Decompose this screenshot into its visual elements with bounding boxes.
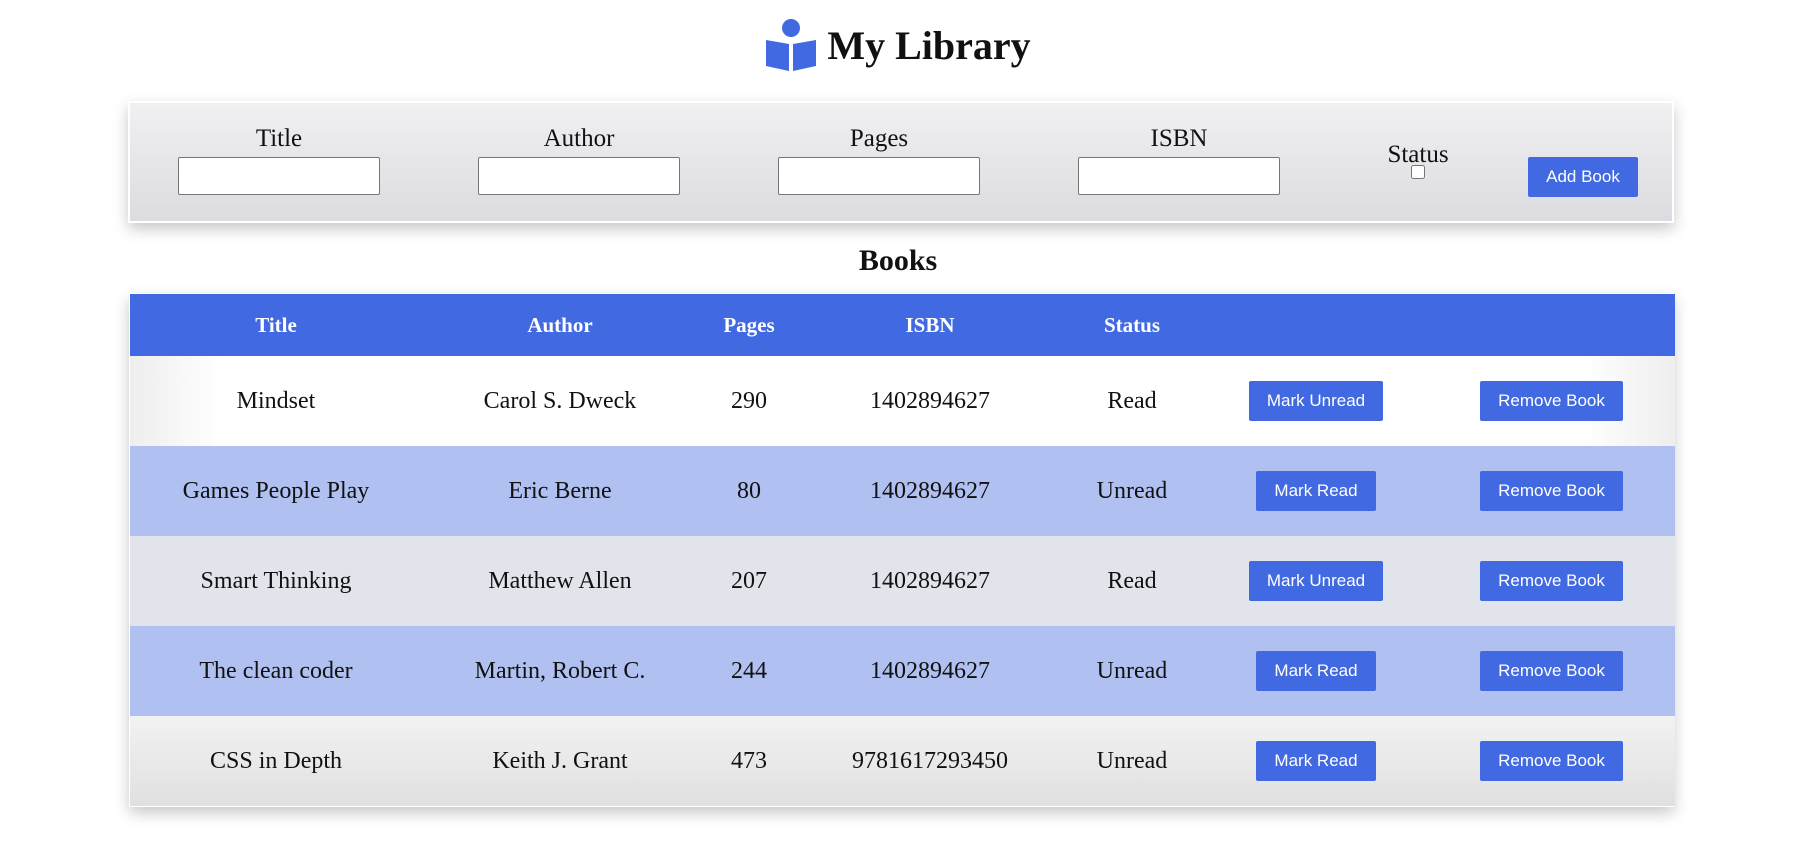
column-header-title: Title xyxy=(255,312,297,337)
cell-status: Read xyxy=(1107,387,1157,414)
cell-author: Carol S. Dweck xyxy=(483,387,637,414)
cell-author: Keith J. Grant xyxy=(492,747,628,774)
author-label: Author xyxy=(543,125,615,152)
remove-book-button[interactable]: Remove Book xyxy=(1480,741,1623,781)
title-field-group: Title xyxy=(178,125,380,195)
cell-author: Eric Berne xyxy=(508,477,612,504)
table-row: Smart Thinking Matthew Allen 207 1402894… xyxy=(130,536,1675,626)
cell-toggle: Mark Read xyxy=(1204,446,1428,536)
cell-status: Unread xyxy=(1096,657,1168,684)
remove-book-button[interactable]: Remove Book xyxy=(1480,471,1623,511)
books-table-container: Title Author Pages ISBN Status Mindset C… xyxy=(129,293,1675,807)
books-section-title: Books xyxy=(858,244,938,277)
status-field-group: Status xyxy=(1368,141,1468,184)
cell-pages: 207 xyxy=(731,567,767,594)
add-book-form: Title Author Pages ISBN Status Add Book xyxy=(128,101,1674,223)
pages-field-group: Pages xyxy=(778,125,980,195)
book-reader-icon xyxy=(766,19,817,71)
cell-isbn: 1402894627 xyxy=(870,567,990,594)
books-table: Title Author Pages ISBN Status Mindset C… xyxy=(130,294,1675,806)
cell-pages: 290 xyxy=(731,387,767,414)
isbn-input[interactable] xyxy=(1078,157,1280,195)
cell-toggle: Mark Unread xyxy=(1204,536,1428,626)
mark-unread-button[interactable]: Mark Unread xyxy=(1248,561,1384,601)
isbn-label: ISBN xyxy=(1150,125,1208,152)
add-book-button[interactable]: Add Book xyxy=(1528,157,1638,197)
cell-isbn: 9781617293450 xyxy=(852,747,1008,774)
cell-toggle: Mark Read xyxy=(1204,626,1428,716)
mark-read-button[interactable]: Mark Read xyxy=(1256,471,1376,511)
cell-status: Read xyxy=(1107,567,1157,594)
remove-book-button[interactable]: Remove Book xyxy=(1480,381,1623,421)
cell-title: Games People Play xyxy=(182,477,370,504)
cell-isbn: 1402894627 xyxy=(870,657,990,684)
cell-remove: Remove Book xyxy=(1428,626,1675,716)
title-label: Title xyxy=(255,125,303,152)
pages-label: Pages xyxy=(849,125,909,152)
app-header: My Library xyxy=(0,18,1796,72)
remove-book-button[interactable]: Remove Book xyxy=(1480,561,1623,601)
cell-remove: Remove Book xyxy=(1428,356,1675,446)
column-header-isbn: ISBN xyxy=(905,312,955,337)
cell-isbn: 1402894627 xyxy=(870,477,990,504)
cell-pages: 80 xyxy=(737,477,761,504)
pages-input[interactable] xyxy=(778,157,980,195)
cell-title: The clean coder xyxy=(199,657,353,684)
cell-toggle: Mark Unread xyxy=(1204,356,1428,446)
app-title: My Library xyxy=(827,22,1031,68)
cell-remove: Remove Book xyxy=(1428,716,1675,806)
author-input[interactable] xyxy=(478,157,680,195)
column-header-author: Author xyxy=(527,312,593,337)
cell-status: Unread xyxy=(1096,747,1168,774)
cell-author: Martin, Robert C. xyxy=(474,657,646,684)
cell-author: Matthew Allen xyxy=(488,567,632,594)
column-header-status: Status xyxy=(1103,312,1161,337)
cell-title: Smart Thinking xyxy=(200,567,352,594)
column-header-toggle xyxy=(1204,294,1428,356)
title-input[interactable] xyxy=(178,157,380,195)
cell-title: Mindset xyxy=(236,387,316,414)
isbn-field-group: ISBN xyxy=(1078,125,1280,195)
mark-unread-button[interactable]: Mark Unread xyxy=(1248,381,1384,421)
status-label: Status xyxy=(1387,141,1449,168)
cell-isbn: 1402894627 xyxy=(870,387,990,414)
table-row: The clean coder Martin, Robert C. 244 14… xyxy=(130,626,1675,716)
table-header-row: Title Author Pages ISBN Status xyxy=(130,294,1675,356)
cell-pages: 473 xyxy=(731,747,767,774)
mark-read-button[interactable]: Mark Read xyxy=(1256,741,1376,781)
author-field-group: Author xyxy=(478,125,680,195)
page: My Library Title Author Pages ISBN Statu… xyxy=(0,0,1796,867)
table-row: Mindset Carol S. Dweck 290 1402894627 Re… xyxy=(130,356,1675,446)
mark-read-button[interactable]: Mark Read xyxy=(1256,651,1376,691)
cell-status: Unread xyxy=(1096,477,1168,504)
cell-title: CSS in Depth xyxy=(209,747,343,774)
remove-book-button[interactable]: Remove Book xyxy=(1480,651,1623,691)
table-row: CSS in Depth Keith J. Grant 473 97816172… xyxy=(130,716,1675,806)
cell-remove: Remove Book xyxy=(1428,446,1675,536)
cell-pages: 244 xyxy=(731,657,767,684)
cell-remove: Remove Book xyxy=(1428,536,1675,626)
cell-toggle: Mark Read xyxy=(1204,716,1428,806)
column-header-remove xyxy=(1428,294,1675,356)
status-checkbox[interactable] xyxy=(1411,165,1425,179)
table-row: Games People Play Eric Berne 80 14028946… xyxy=(130,446,1675,536)
column-header-pages: Pages xyxy=(723,312,775,337)
